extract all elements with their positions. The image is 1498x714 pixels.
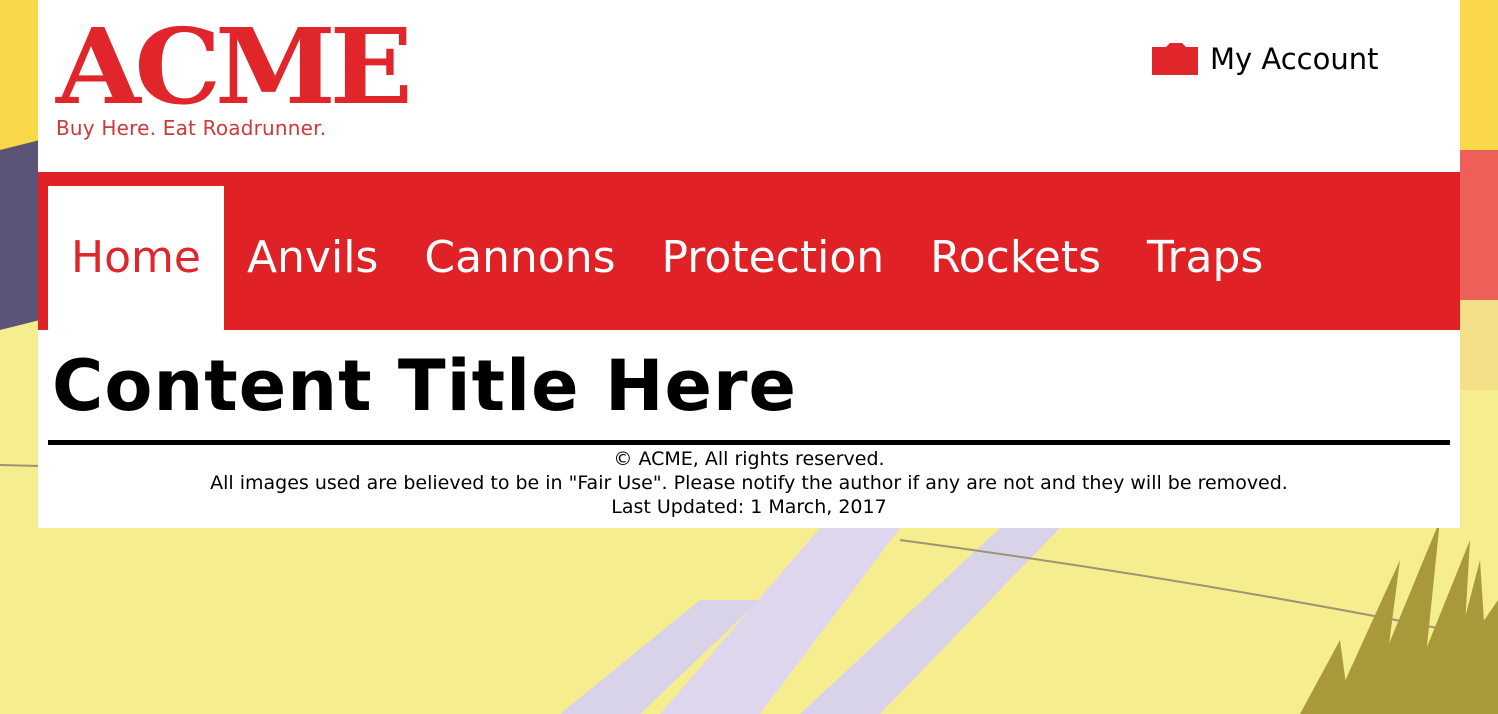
- nav-link-rockets[interactable]: Rockets: [907, 174, 1124, 330]
- nav-link-protection[interactable]: Protection: [639, 174, 908, 330]
- acme-logo-link[interactable]: ACME Buy Here. Eat Roadrunner.: [56, 15, 413, 141]
- my-account-label: My Account: [1210, 42, 1379, 76]
- nav-link-traps[interactable]: Traps: [1124, 174, 1286, 330]
- nav-list: Home Anvils Cannons Protection Rockets T…: [38, 172, 1460, 330]
- nav-item-anvils: Anvils: [224, 172, 401, 330]
- nav-item-traps: Traps: [1124, 172, 1286, 330]
- site-footer: © ACME, All rights reserved. All images …: [38, 447, 1460, 519]
- nav-item-rockets: Rockets: [907, 172, 1124, 330]
- footer-last-updated: Last Updated: 1 March, 2017: [611, 496, 887, 518]
- my-account-link[interactable]: My Account: [1152, 42, 1379, 76]
- page-container: ACME Buy Here. Eat Roadrunner. My Accoun…: [38, 0, 1460, 528]
- footer-divider: [48, 440, 1450, 445]
- logo-wordmark: ACME: [56, 5, 413, 128]
- folder-icon: [1152, 43, 1198, 75]
- nav-link-anvils[interactable]: Anvils: [224, 174, 401, 330]
- nav-link-cannons[interactable]: Cannons: [401, 174, 638, 330]
- content-title: Content Title Here: [52, 345, 798, 427]
- nav-item-home: Home: [48, 172, 224, 330]
- site-header: ACME Buy Here. Eat Roadrunner. My Accoun…: [38, 0, 1460, 172]
- nav-link-home[interactable]: Home: [48, 186, 224, 330]
- nav-item-protection: Protection: [639, 172, 908, 330]
- nav-item-cannons: Cannons: [401, 172, 638, 330]
- main-navigation: Home Anvils Cannons Protection Rockets T…: [38, 172, 1460, 330]
- footer-copyright: © ACME, All rights reserved.: [613, 448, 885, 470]
- footer-fair-use-notice: All images used are believed to be in "F…: [210, 472, 1288, 494]
